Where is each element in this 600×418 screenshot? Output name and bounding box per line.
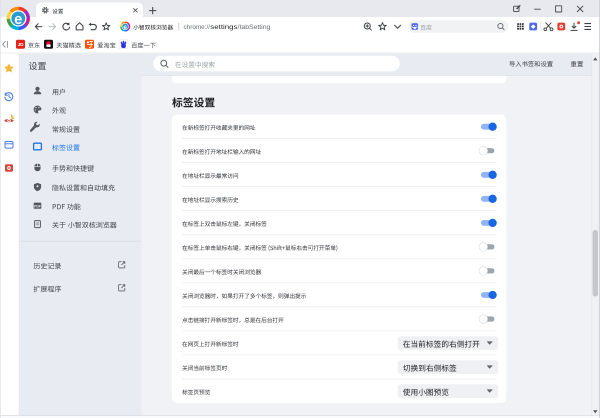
svg-text:settings: settings bbox=[210, 24, 238, 31]
svg-text:JD: JD bbox=[18, 42, 25, 47]
svg-text:e: e bbox=[14, 12, 22, 28]
svg-text:chrome://: chrome:// bbox=[184, 24, 211, 31]
svg-text:e: e bbox=[123, 24, 127, 31]
svg-text:PDF: PDF bbox=[34, 205, 41, 209]
svg-text:/tabSetting: /tabSetting bbox=[238, 24, 271, 31]
